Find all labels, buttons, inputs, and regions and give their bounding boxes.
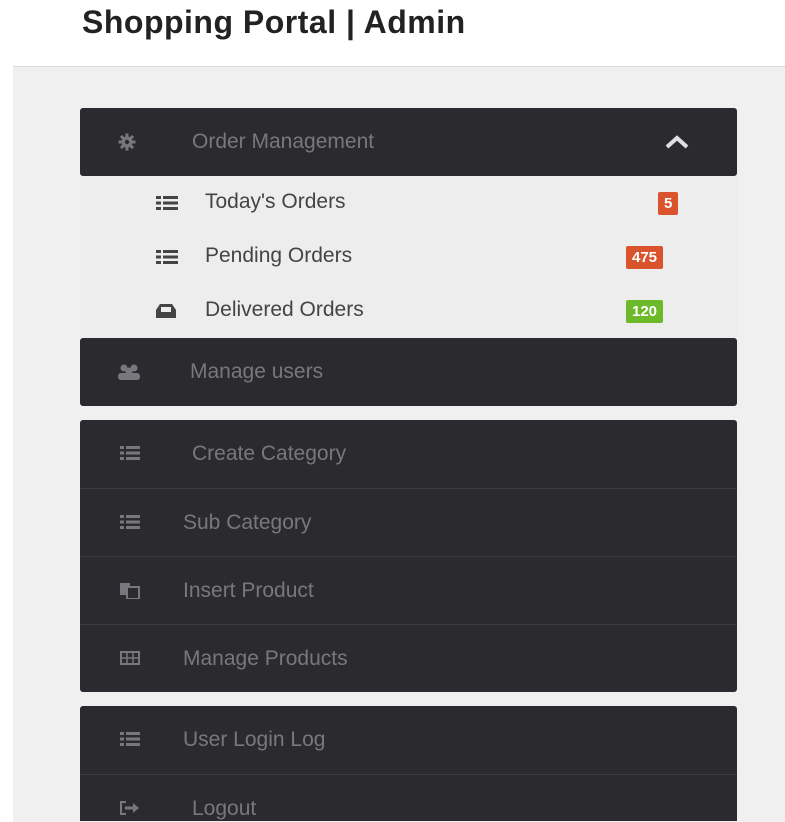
list-icon bbox=[120, 514, 140, 531]
account-panel: User Login Log Logout bbox=[80, 706, 737, 821]
submenu-item-label: Delivered Orders bbox=[205, 298, 364, 321]
sidebar-item-label: Sub Category bbox=[183, 510, 312, 534]
users-icon bbox=[118, 364, 140, 380]
list-icon bbox=[156, 250, 178, 264]
manage-users-panel: Manage users bbox=[80, 338, 737, 406]
catalog-panel: Create Category Sub Category Insert Prod… bbox=[80, 420, 737, 692]
sidebar-item-user-login-log[interactable]: User Login Log bbox=[80, 706, 737, 774]
sidebar-item-label: Manage Products bbox=[183, 646, 348, 670]
submenu-item-label: Today's Orders bbox=[205, 190, 346, 213]
sidebar-item-sub-category[interactable]: Sub Category bbox=[80, 488, 737, 556]
submenu-item-label: Pending Orders bbox=[205, 244, 353, 267]
cog-icon bbox=[118, 133, 136, 151]
sidebar-item-logout[interactable]: Logout bbox=[80, 774, 737, 821]
todays-orders-count-badge: 5 bbox=[658, 192, 679, 215]
delivered-orders-count-badge: 120 bbox=[626, 300, 664, 323]
sidebar-item-label: Logout bbox=[192, 796, 257, 820]
table-icon bbox=[120, 650, 140, 667]
inbox-icon bbox=[156, 304, 176, 318]
sidebar-item-manage-users[interactable]: Manage users bbox=[80, 338, 737, 406]
pending-orders-count-badge: 475 bbox=[626, 246, 664, 269]
top-header: Shopping Portal | Admin bbox=[0, 0, 785, 66]
brand-title[interactable]: Shopping Portal | Admin bbox=[82, 4, 466, 41]
list-icon bbox=[156, 196, 178, 210]
copy-icon bbox=[120, 582, 140, 599]
sign-out-icon bbox=[120, 800, 140, 817]
sidebar-item-label: Manage users bbox=[190, 360, 324, 383]
sidebar-item-manage-products[interactable]: Manage Products bbox=[80, 624, 737, 692]
list-icon bbox=[120, 446, 140, 462]
sidebar-item-label: Order Management bbox=[192, 130, 375, 153]
sidebar-item-order-management[interactable]: Order Management bbox=[80, 108, 737, 176]
list-icon bbox=[120, 732, 140, 748]
order-management-panel: Order Management bbox=[80, 108, 737, 176]
order-management-submenu: Today's Orders 5 Pending Orders 475 Deli… bbox=[80, 176, 737, 338]
sidebar-item-create-category[interactable]: Create Category bbox=[80, 420, 737, 488]
submenu-item-todays-orders[interactable]: Today's Orders 5 bbox=[80, 176, 737, 230]
sidebar-item-insert-product[interactable]: Insert Product bbox=[80, 556, 737, 624]
submenu-item-delivered-orders[interactable]: Delivered Orders 120 bbox=[80, 284, 737, 338]
sidebar-item-label: User Login Log bbox=[183, 728, 326, 751]
chevron-up-icon[interactable] bbox=[664, 134, 690, 150]
sidebar-item-label: Insert Product bbox=[183, 578, 314, 602]
sidebar-item-label: Create Category bbox=[192, 442, 347, 465]
submenu-item-pending-orders[interactable]: Pending Orders 475 bbox=[80, 230, 737, 284]
